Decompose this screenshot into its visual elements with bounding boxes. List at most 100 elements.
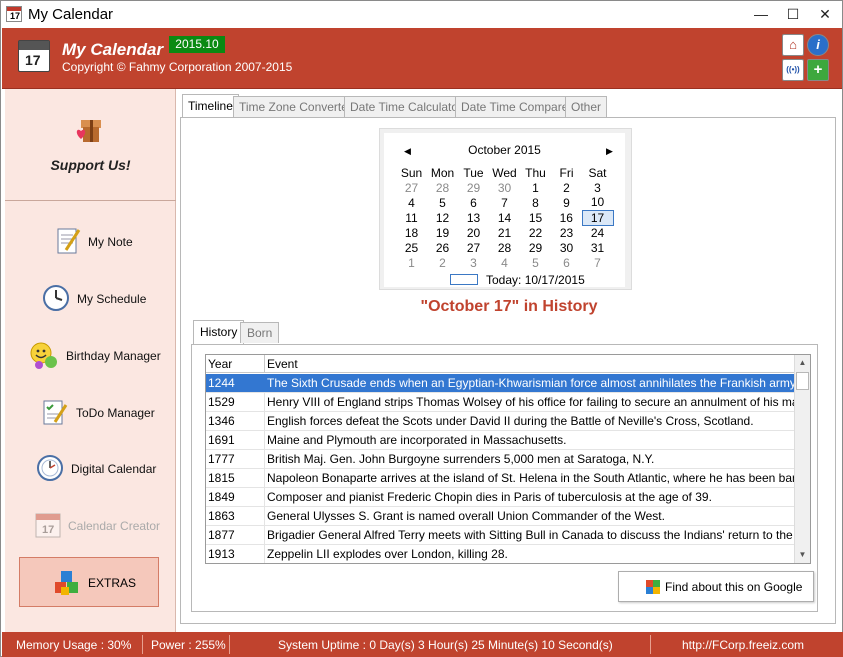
calendar-day[interactable]: 28 bbox=[489, 240, 520, 255]
calendar-day[interactable]: 24 bbox=[582, 225, 613, 240]
calendar-logo-icon: 17 bbox=[18, 40, 50, 72]
calendar-day[interactable]: 19 bbox=[427, 225, 458, 240]
calendar-day[interactable]: 1 bbox=[396, 255, 427, 270]
today-label: Today: 10/17/2015 bbox=[486, 273, 585, 287]
table-row[interactable]: 1877 Brigadier General Alfred Terry meets… bbox=[206, 526, 796, 545]
weekday-label: Wed bbox=[492, 165, 517, 180]
close-button[interactable]: ✕ bbox=[809, 1, 841, 28]
system-uptime-status: System Uptime : 0 Day(s) 3 Hour(s) 25 Mi… bbox=[278, 638, 613, 652]
scroll-up-arrow-icon[interactable]: ▲ bbox=[795, 355, 810, 371]
gift-heart-icon bbox=[76, 120, 101, 142]
calendar-day[interactable]: 5 bbox=[427, 195, 458, 210]
calendar-day[interactable]: 14 bbox=[489, 210, 520, 225]
calendar-day[interactable]: 11 bbox=[396, 210, 427, 225]
sidebar-item-digital-calendar[interactable]: Digital Calendar bbox=[19, 445, 169, 491]
support-us-button[interactable]: Support Us! bbox=[5, 89, 176, 201]
sidebar: Support Us! My Note My Schedule Birthday… bbox=[5, 89, 176, 632]
calendar-day[interactable]: 31 bbox=[582, 240, 613, 255]
broadcast-icon[interactable]: ((•)) bbox=[782, 59, 804, 81]
table-row[interactable]: 1863 General Ulysses S. Grant is named ov… bbox=[206, 507, 796, 526]
calendar-day[interactable]: 18 bbox=[396, 225, 427, 240]
calendar-day[interactable]: 15 bbox=[520, 210, 551, 225]
calendar-day[interactable]: 6 bbox=[458, 195, 489, 210]
calendar-month-label[interactable]: October 2015 bbox=[384, 143, 625, 157]
website-link[interactable]: http://FCorp.freeiz.com bbox=[682, 638, 804, 652]
calendar-day[interactable]: 30 bbox=[551, 240, 582, 255]
add-heart-icon[interactable]: + bbox=[807, 59, 829, 81]
calendar-day[interactable]: 30 bbox=[489, 180, 520, 195]
calendar-day[interactable]: 8 bbox=[520, 195, 551, 210]
history-panel: Year Event 1244 The Sixth Crusade ends wh… bbox=[191, 344, 818, 612]
table-scrollbar[interactable]: ▲ ▼ bbox=[794, 355, 810, 563]
tab-history[interactable]: History bbox=[193, 320, 245, 344]
version-badge: 2015.10 bbox=[169, 36, 225, 53]
column-header-event[interactable]: Event bbox=[267, 357, 298, 371]
sidebar-item-calendar-creator[interactable]: 17 Calendar Creator bbox=[19, 502, 169, 548]
table-row[interactable]: 1346 English forces defeat the Scots unde… bbox=[206, 412, 796, 431]
maximize-button[interactable]: ☐ bbox=[777, 1, 809, 28]
calendar-day[interactable]: 27 bbox=[458, 240, 489, 255]
next-month-arrow-icon[interactable]: ▶ bbox=[606, 146, 613, 157]
sidebar-item-todo-manager[interactable]: ToDo Manager bbox=[19, 389, 169, 435]
calendar-day-selected[interactable]: 17 bbox=[581, 209, 614, 226]
weekday-label: Sat bbox=[588, 165, 607, 180]
calendar-day[interactable]: 10 bbox=[582, 195, 613, 210]
calendar-day[interactable]: 26 bbox=[427, 240, 458, 255]
calendar-day[interactable]: 4 bbox=[489, 255, 520, 270]
calendar-day[interactable]: 7 bbox=[582, 255, 613, 270]
table-row[interactable]: 1849 Composer and pianist Frederic Chopin… bbox=[206, 488, 796, 507]
calendar-day[interactable]: 27 bbox=[396, 180, 427, 195]
tab-time-zone-converter[interactable]: Time Zone Converter bbox=[233, 96, 358, 117]
calendar-day[interactable]: 3 bbox=[582, 180, 613, 195]
month-calendar: ◀ October 2015 ▶ Sun Mon Tue Wed Thu Fri… bbox=[379, 128, 632, 290]
table-row-selected[interactable]: 1244 The Sixth Crusade ends when an Egypt… bbox=[206, 374, 796, 393]
table-row[interactable]: 1529 Henry VIII of England strips Thomas … bbox=[206, 393, 796, 412]
app-title: My Calendar bbox=[62, 40, 164, 59]
tab-date-time-comparer[interactable]: Date Time Comparer bbox=[455, 96, 579, 117]
calendar-day[interactable]: 4 bbox=[396, 195, 427, 210]
calendar-day[interactable]: 2 bbox=[551, 180, 582, 195]
scroll-thumb[interactable] bbox=[796, 372, 809, 390]
copyright-text: Copyright © Fahmy Corporation 2007-2015 bbox=[62, 60, 293, 74]
calendar-day[interactable]: 28 bbox=[427, 180, 458, 195]
tab-timeline[interactable]: Timeline bbox=[182, 94, 239, 118]
sidebar-item-my-schedule[interactable]: My Schedule bbox=[19, 275, 169, 321]
sidebar-item-my-note[interactable]: My Note bbox=[19, 218, 169, 264]
tab-other[interactable]: Other bbox=[565, 96, 608, 117]
calendar-day[interactable]: 5 bbox=[520, 255, 551, 270]
calendar-day[interactable]: 12 bbox=[427, 210, 458, 225]
tab-born[interactable]: Born bbox=[240, 322, 280, 343]
calendar-day[interactable]: 1 bbox=[520, 180, 551, 195]
blocks-icon bbox=[55, 571, 78, 595]
minimize-button[interactable]: — bbox=[745, 1, 777, 28]
calendar-day[interactable]: 7 bbox=[489, 195, 520, 210]
sidebar-item-birthday-manager[interactable]: Birthday Manager bbox=[19, 332, 169, 378]
today-marker-icon bbox=[450, 274, 478, 285]
calendar-day[interactable]: 22 bbox=[520, 225, 551, 240]
table-row[interactable]: 1815 Napoleon Bonaparte arrives at the is… bbox=[206, 469, 796, 488]
calendar-day[interactable]: 13 bbox=[458, 210, 489, 225]
home-icon[interactable]: ⌂ bbox=[782, 34, 804, 56]
calendar-grid: Sun Mon Tue Wed Thu Fri Sat 27 28 29 30 … bbox=[396, 165, 614, 270]
calendar-day[interactable]: 3 bbox=[458, 255, 489, 270]
calendar-day[interactable]: 23 bbox=[551, 225, 582, 240]
calendar-day[interactable]: 29 bbox=[520, 240, 551, 255]
extras-button[interactable]: EXTRAS bbox=[19, 557, 159, 607]
calendar-day[interactable]: 16 bbox=[551, 210, 582, 225]
table-row[interactable]: 1691 Maine and Plymouth are incorporated … bbox=[206, 431, 796, 450]
info-icon[interactable]: i bbox=[807, 34, 829, 56]
calendar-day[interactable]: 21 bbox=[489, 225, 520, 240]
calendar-day[interactable]: 2 bbox=[427, 255, 458, 270]
calendar-day[interactable]: 6 bbox=[551, 255, 582, 270]
calendar-day[interactable]: 25 bbox=[396, 240, 427, 255]
table-row[interactable]: 1777 British Maj. Gen. John Burgoyne surr… bbox=[206, 450, 796, 469]
table-row[interactable]: 1913 Zeppelin LII explodes over London, k… bbox=[206, 545, 796, 563]
calendar-day[interactable]: 29 bbox=[458, 180, 489, 195]
title-bar[interactable]: 17 My Calendar — ☐ ✕ bbox=[1, 1, 842, 28]
scroll-down-arrow-icon[interactable]: ▼ bbox=[795, 547, 810, 563]
column-header-year[interactable]: Year bbox=[208, 357, 232, 371]
find-on-google-button[interactable]: Find about this on Google bbox=[618, 571, 814, 602]
tab-date-time-calculator[interactable]: Date Time Calculator bbox=[344, 96, 469, 117]
calendar-day[interactable]: 20 bbox=[458, 225, 489, 240]
calendar-day[interactable]: 9 bbox=[551, 195, 582, 210]
